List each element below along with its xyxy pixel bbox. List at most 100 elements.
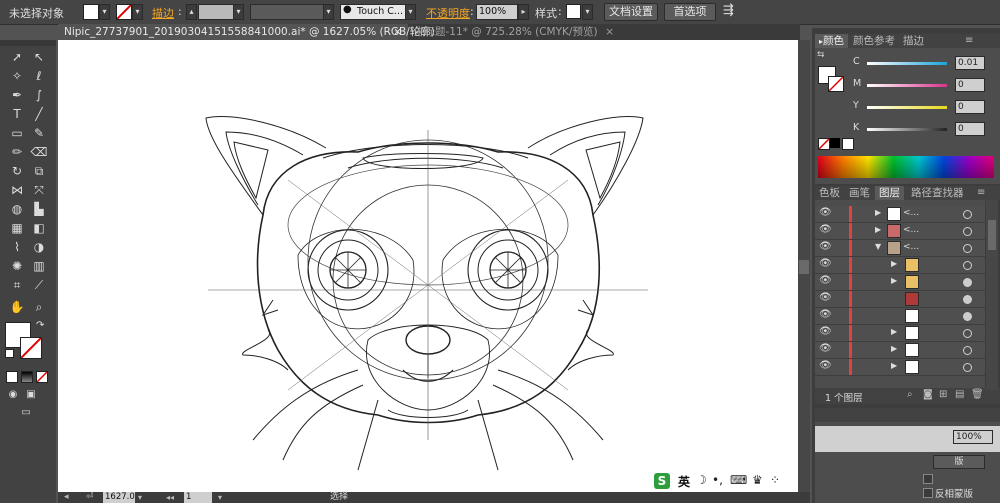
tab-untitled-document[interactable]: 未标题-11* @ 725.28% (CMYK/预览) × xyxy=(408,24,620,40)
panel-menu-icon[interactable]: ≡ xyxy=(965,35,973,46)
visibility-eye-icon[interactable]: 👁 xyxy=(819,343,832,354)
target-circle-icon[interactable] xyxy=(963,312,972,321)
stroke-weight-dropdown[interactable]: ▾ xyxy=(233,4,244,20)
draw-behind-icon[interactable]: ▣ xyxy=(24,388,38,402)
tools-grid-icon[interactable]: ⁘ xyxy=(770,473,780,487)
page-dropdown[interactable]: ▾ xyxy=(218,492,222,503)
graph-tool-icon[interactable]: ▥ xyxy=(30,257,48,275)
none-swatch[interactable] xyxy=(818,138,830,150)
sogou-ime-icon[interactable]: S xyxy=(654,473,670,489)
gradient-mode-icon[interactable] xyxy=(21,371,33,383)
target-circle-icon[interactable] xyxy=(963,244,972,253)
none-mode-icon[interactable] xyxy=(36,371,48,383)
artboard-tool-icon[interactable]: ⌗ xyxy=(8,276,26,294)
direct-selection-tool-icon[interactable]: ↖ xyxy=(30,48,48,66)
shape-builder-icon[interactable]: ◍ xyxy=(8,200,26,218)
blend-tool-icon[interactable]: ◑ xyxy=(30,238,48,256)
brush-dropdown[interactable]: ▾ xyxy=(405,4,416,20)
style-dropdown[interactable]: ▾ xyxy=(582,4,593,20)
ime-language[interactable]: 英 xyxy=(678,473,690,490)
scroll-thumb[interactable] xyxy=(799,260,809,274)
delete-layer-icon[interactable]: 🗑 xyxy=(971,389,984,400)
visibility-eye-icon[interactable]: 👁 xyxy=(819,326,832,337)
stroke-label[interactable]: 描边 xyxy=(152,5,174,21)
artboard-nav-icon[interactable]: ⏎ xyxy=(86,492,100,503)
sublayer-row[interactable]: 👁 ▶ xyxy=(815,274,985,291)
sublayer-row[interactable]: 👁 ▶ xyxy=(815,257,985,274)
first-page-icon[interactable]: ◂◂ xyxy=(166,492,174,503)
variable-width-profile[interactable] xyxy=(250,4,324,20)
zoom-field[interactable]: 1627.0 xyxy=(103,492,135,503)
prev-icon[interactable]: ◂ xyxy=(64,492,78,503)
profile-dropdown[interactable]: ▾ xyxy=(323,4,334,20)
visibility-eye-icon[interactable]: 👁 xyxy=(819,360,832,371)
opacity-label[interactable]: 不透明度 xyxy=(426,5,470,21)
expand-arrow-icon[interactable]: ▶ xyxy=(875,225,881,234)
hand-tool-icon[interactable]: ✋ xyxy=(8,298,26,316)
expand-arrow-icon[interactable]: ▶ xyxy=(875,208,881,217)
channel-y-value[interactable]: 0 xyxy=(955,100,985,114)
rotate-tool-icon[interactable]: ↻ xyxy=(8,162,26,180)
doc-setup-button[interactable]: 文档设置 xyxy=(604,3,658,21)
new-layer-icon[interactable]: ▤ xyxy=(955,389,964,400)
stroke-dropdown[interactable]: ▾ xyxy=(132,4,143,20)
pen-tool-icon[interactable]: ✒ xyxy=(8,86,26,104)
tab-color[interactable]: ▸颜色 xyxy=(815,34,849,48)
channel-m-value[interactable]: 0 xyxy=(955,78,985,92)
channel-c-value[interactable]: 0.01 xyxy=(955,56,985,70)
mesh-tool-icon[interactable]: ▦ xyxy=(8,219,26,237)
visibility-eye-icon[interactable]: 👁 xyxy=(819,207,832,218)
sublayer-row[interactable]: 👁 xyxy=(815,291,985,308)
zoom-dropdown[interactable]: ▾ xyxy=(138,492,142,503)
screen-mode-icon[interactable]: ▭ xyxy=(16,406,36,420)
line-tool-icon[interactable]: ╱ xyxy=(30,105,48,123)
panel-menu-icon[interactable]: ≡ xyxy=(977,187,985,198)
draw-normal-icon[interactable]: ◉ xyxy=(6,388,20,402)
visibility-eye-icon[interactable]: 👁 xyxy=(819,224,832,235)
free-transform-icon[interactable]: ⤧ xyxy=(30,181,48,199)
sublayer-row[interactable]: 👁 ▶ xyxy=(815,325,985,342)
sublayer-row[interactable]: 👁 xyxy=(815,308,985,325)
tab-color-guide[interactable]: 颜色参考 xyxy=(849,34,899,48)
fill-dropdown[interactable]: ▾ xyxy=(99,4,110,20)
panel-stroke-box[interactable] xyxy=(828,76,844,92)
expand-arrow-icon[interactable]: ▶ xyxy=(891,327,897,336)
moon-icon[interactable]: ☽ xyxy=(696,473,707,487)
visibility-eye-icon[interactable]: 👁 xyxy=(819,275,832,286)
layer-row[interactable]: 👁 ▼ <... xyxy=(815,240,985,257)
channel-m-slider[interactable] xyxy=(867,84,947,87)
channel-c-slider[interactable] xyxy=(867,62,947,65)
slice-tool-icon[interactable]: ⟋ xyxy=(30,276,48,294)
eyedropper-icon[interactable]: ⌇ xyxy=(8,238,26,256)
layers-scrollbar[interactable] xyxy=(986,200,998,390)
stroke-swatch[interactable] xyxy=(116,4,132,20)
opacity-input[interactable]: 100% xyxy=(476,4,518,20)
tab-stroke[interactable]: 描边 xyxy=(899,34,928,48)
lasso-icon[interactable]: ℓ xyxy=(30,67,48,85)
clipping-mask-icon[interactable]: ◙ xyxy=(923,389,933,400)
symbol-sprayer-icon[interactable]: ✺ xyxy=(8,257,26,275)
sublayer-row[interactable]: 👁 ▶ xyxy=(815,359,985,376)
paintbrush-icon[interactable]: ✎ xyxy=(30,124,48,142)
target-circle-icon[interactable] xyxy=(963,363,972,372)
visibility-eye-icon[interactable]: 👁 xyxy=(819,258,832,269)
tab-brushes[interactable]: 画笔 xyxy=(845,186,874,200)
layer-name[interactable]: <... xyxy=(903,208,919,218)
curvature-tool-icon[interactable]: ∫ xyxy=(30,86,48,104)
black-swatch[interactable] xyxy=(830,138,840,148)
tab-layers[interactable]: 图层 xyxy=(875,186,904,200)
clip-checkbox[interactable] xyxy=(923,474,933,484)
arrange-icon[interactable]: ⇶ xyxy=(723,3,734,18)
layer-row[interactable]: 👁 ▶ <... xyxy=(815,223,985,240)
magic-wand-icon[interactable]: ✧ xyxy=(8,67,26,85)
channel-k-slider[interactable] xyxy=(867,128,947,131)
make-mask-button[interactable]: 版 xyxy=(933,455,985,469)
layer-name[interactable]: <... xyxy=(903,242,919,252)
reset-colors-icon[interactable]: ⇆ xyxy=(817,50,825,60)
visibility-eye-icon[interactable]: 👁 xyxy=(819,309,832,320)
transparency-opacity-input[interactable]: 100% xyxy=(953,430,993,444)
selection-tool-icon[interactable]: ➚ xyxy=(8,48,26,66)
tab-nipic-document[interactable]: Nipic_27737901_20190304151558841000.ai* … xyxy=(58,24,435,40)
pencil-tool-icon[interactable]: ✏ xyxy=(8,143,26,161)
gradient-tool-icon[interactable]: ◧ xyxy=(30,219,48,237)
